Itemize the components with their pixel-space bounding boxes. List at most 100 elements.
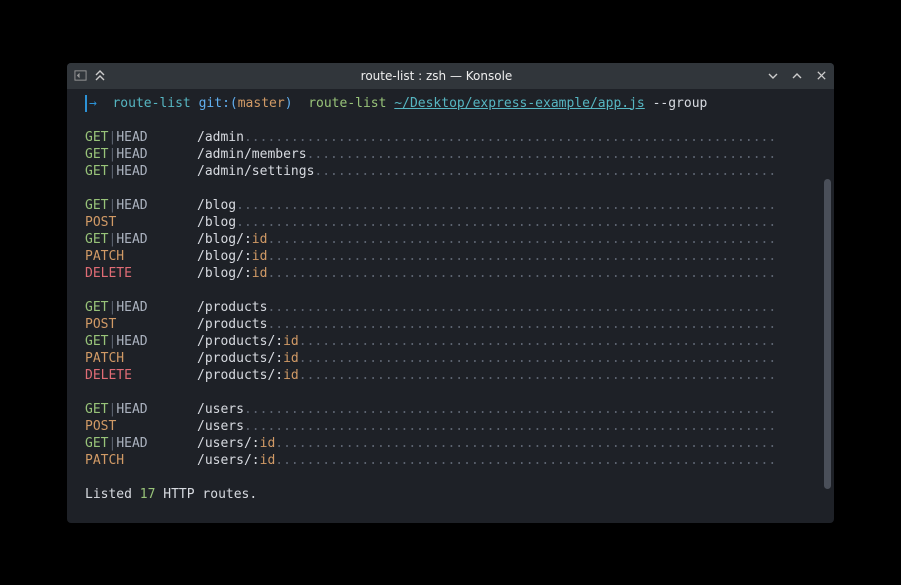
route-param: id [252,232,268,247]
prompt-arrow: → [85,95,97,112]
route-row: DELETE/products/:id.....................… [85,367,834,384]
route-param: id [283,351,299,366]
route-path: /users/ [197,453,252,468]
filler-dots: ........................................… [314,164,776,179]
command: route-list [308,95,386,112]
route-path: /admin/settings [197,164,314,179]
filler-dots: ........................................… [244,130,776,145]
route-path: /products [197,317,267,332]
route-path: /products [197,300,267,315]
command-flag: --group [645,95,708,112]
route-path: /users/ [197,436,252,451]
window-title: route-list : zsh — Konsole [107,69,766,83]
route-row: GET|HEAD/admin..........................… [85,129,834,146]
route-param: id [283,368,299,383]
http-method: GET [85,402,108,417]
route-row: GET|HEAD/products/:id...................… [85,333,834,350]
route-path: /products/ [197,368,275,383]
route-param: id [252,266,268,281]
titlebar: route-list : zsh — Konsole [67,63,834,89]
route-row: GET|HEAD/products.......................… [85,299,834,316]
route-row: GET|HEAD/users..........................… [85,401,834,418]
http-method: GET [85,334,108,349]
http-method: GET [85,164,108,179]
summary-line: Listed 17 HTTP routes. [85,486,834,503]
http-method-head: HEAD [116,198,147,213]
filler-dots: ........................................… [299,351,776,366]
scrollbar[interactable] [824,179,831,489]
route-row: GET|HEAD/blog/:id.......................… [85,231,834,248]
filler-dots: ........................................… [267,266,776,281]
route-path: /blog [197,215,236,230]
filler-dots: ........................................… [236,215,776,230]
close-button[interactable] [814,69,828,83]
route-path: /admin [197,130,244,145]
http-method: PATCH [85,249,124,264]
filler-dots: ........................................… [244,419,776,434]
http-method: DELETE [85,266,132,281]
route-param: id [260,453,276,468]
route-param: id [252,249,268,264]
route-count: 17 [140,487,156,502]
http-method: GET [85,436,108,451]
route-row: DELETE/blog/:id.........................… [85,265,834,282]
prompt-dir: route-list [112,95,190,112]
http-method: POST [85,317,116,332]
filler-dots: ........................................… [275,436,776,451]
git-branch: master [238,95,285,112]
http-method: PATCH [85,453,124,468]
http-method-head: HEAD [116,334,147,349]
command-path: ~/Desktop/express-example/app.js [394,95,644,112]
expand-up-icon[interactable] [93,69,107,83]
prompt-line: → route-list git:(master) route-list ~/D… [85,95,834,112]
route-row: GET|HEAD/users/:id......................… [85,435,834,452]
route-path: /users [197,402,244,417]
http-method-head: HEAD [116,147,147,162]
http-method: GET [85,198,108,213]
filler-dots: ........................................… [275,453,776,468]
route-row: GET|HEAD/admin/members..................… [85,146,834,163]
http-method-head: HEAD [116,402,147,417]
http-method-head: HEAD [116,436,147,451]
route-path: /products/ [197,334,275,349]
terminal-body[interactable]: → route-list git:(master) route-list ~/D… [67,89,834,523]
filler-dots: ........................................… [307,147,777,162]
filler-dots: ........................................… [236,198,776,213]
route-row: GET|HEAD/admin/settings.................… [85,163,834,180]
route-path: /admin/members [197,147,307,162]
http-method: GET [85,147,108,162]
route-path: /blog/ [197,266,244,281]
filler-dots: ........................................… [244,402,776,417]
http-method-head: HEAD [116,164,147,179]
http-method-head: HEAD [116,130,147,145]
route-row: GET|HEAD/blog...........................… [85,197,834,214]
terminal-window: route-list : zsh — Konsole → route-list … [67,63,834,523]
git-label: git: [199,95,230,112]
filler-dots: ........................................… [299,368,776,383]
route-row: POST/products...........................… [85,316,834,333]
route-row: PATCH/blog/:id..........................… [85,248,834,265]
route-path: /blog [197,198,236,213]
routes-output: GET|HEAD/admin..........................… [85,129,834,469]
route-param: id [260,436,276,451]
http-method: GET [85,300,108,315]
new-tab-icon[interactable] [73,69,87,83]
route-row: POST/blog...............................… [85,214,834,231]
minimize-button[interactable] [766,69,780,83]
route-path: /blog/ [197,249,244,264]
http-method: GET [85,130,108,145]
filler-dots: ........................................… [267,249,776,264]
route-row: PATCH/users/:id.........................… [85,452,834,469]
route-param: id [283,334,299,349]
http-method: PATCH [85,351,124,366]
http-method-head: HEAD [116,300,147,315]
filler-dots: ........................................… [267,300,776,315]
filler-dots: ........................................… [267,317,776,332]
route-row: PATCH/products/:id......................… [85,350,834,367]
route-path: /users [197,419,244,434]
http-method-head: HEAD [116,232,147,247]
filler-dots: ........................................… [267,232,776,247]
http-method: DELETE [85,368,132,383]
maximize-button[interactable] [790,69,804,83]
route-row: POST/users..............................… [85,418,834,435]
